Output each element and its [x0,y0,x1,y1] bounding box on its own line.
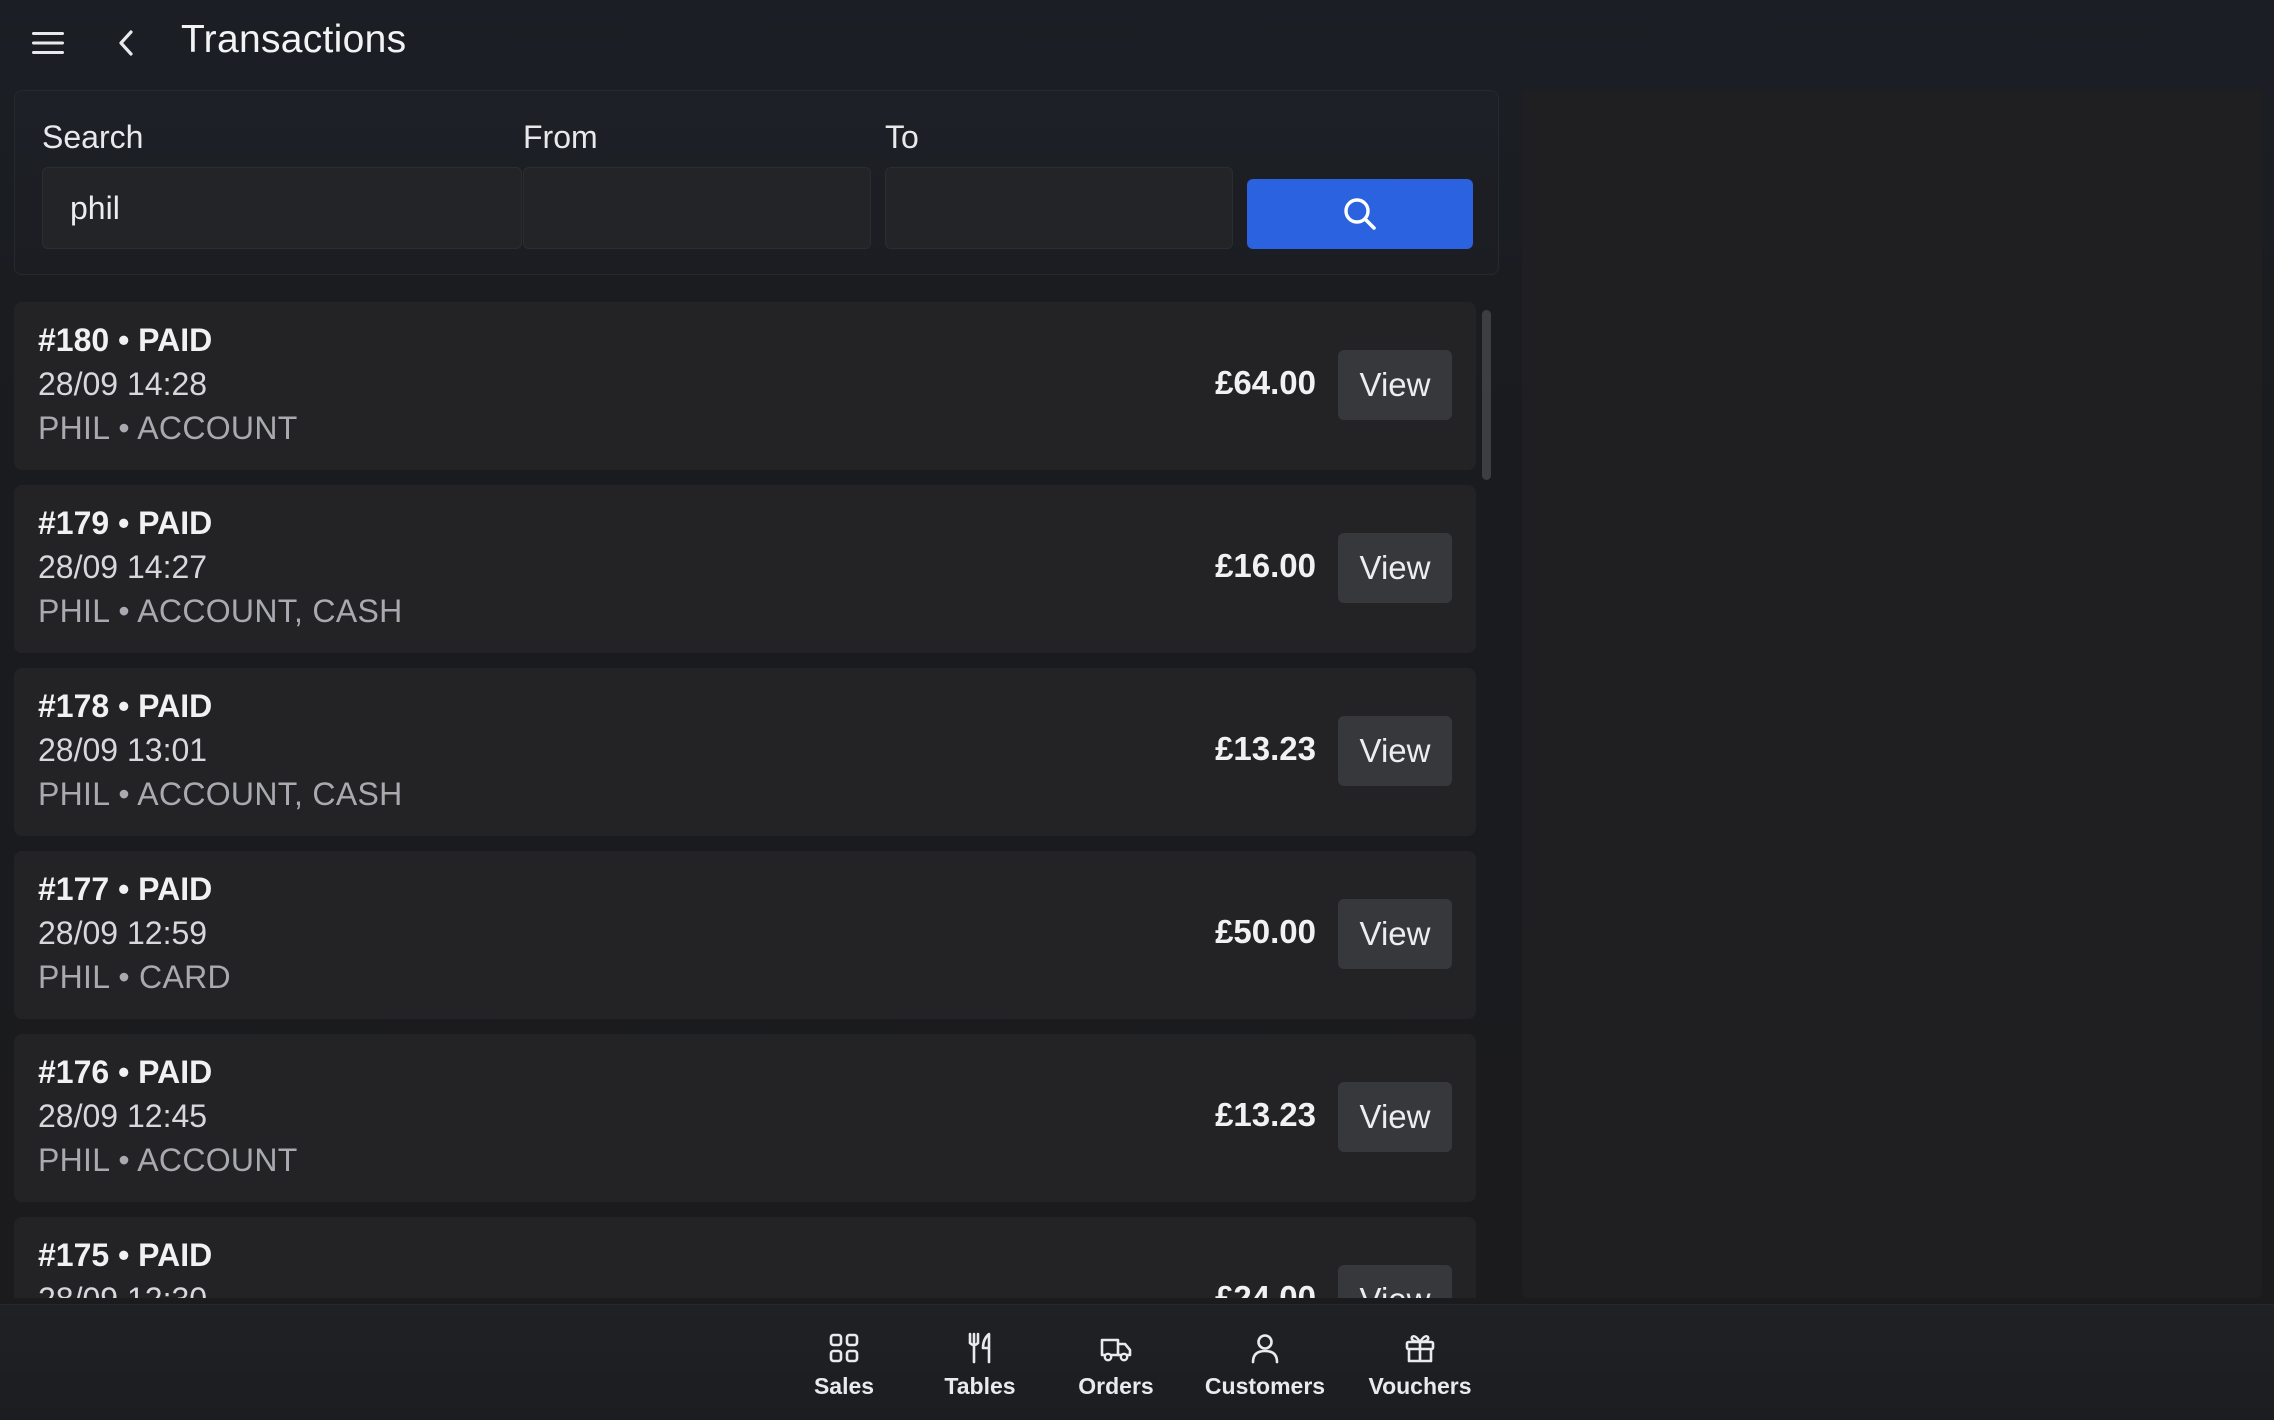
nav-orders[interactable]: Orders [1046,1331,1186,1411]
nav-label: Orders [1078,1373,1154,1399]
transaction-amount: £64.00 [1215,364,1316,401]
nav-label: Customers [1204,1373,1326,1399]
menu-button[interactable] [28,26,68,60]
nav-label: Sales [813,1373,875,1399]
list-scrollbar[interactable] [1482,310,1491,480]
transaction-amount: £24.00 [1215,1279,1316,1298]
transaction-payment: PHIL • ACCOUNT [38,1142,298,1178]
search-icon [1344,198,1376,230]
bottom-nav: Sales Tables Orders Customers Vouchers [0,1304,2274,1420]
view-button[interactable]: View [1338,899,1452,969]
transaction-amount: £13.23 [1215,1096,1316,1133]
transaction-row[interactable]: #179 • PAID 28/09 14:27 PHIL • ACCOUNT, … [14,485,1476,653]
transaction-date: 28/09 12:59 [38,915,208,951]
search-button[interactable] [1247,179,1473,249]
transaction-title: #176 • PAID [38,1054,213,1090]
transaction-payment: PHIL • CARD [38,959,231,995]
transaction-date: 28/09 14:28 [38,366,208,402]
transaction-row[interactable]: #175 • PAID 28/09 12:30 £24.00 View [14,1217,1476,1298]
detail-panel [1522,90,2262,1298]
transaction-title: #179 • PAID [38,505,213,541]
view-button[interactable]: View [1338,350,1452,420]
transaction-date: 28/09 14:27 [38,549,208,585]
transaction-payment: PHIL • ACCOUNT, CASH [38,593,403,629]
transaction-title: #177 • PAID [38,871,213,907]
view-button[interactable]: View [1338,533,1452,603]
transaction-title: #180 • PAID [38,322,213,358]
app-root: Transactions Search From To #180 • PAID … [0,0,2274,1420]
from-label: From [523,119,598,155]
chevron-left-icon [119,30,133,56]
transaction-row[interactable]: #180 • PAID 28/09 14:28 PHIL • ACCOUNT £… [14,302,1476,470]
top-bar: Transactions [0,0,2274,86]
view-button[interactable]: View [1338,1082,1452,1152]
filter-panel: Search From To [14,90,1499,275]
page-title: Transactions [181,18,407,61]
gift-icon [1405,1334,1435,1363]
search-input[interactable] [42,167,522,249]
user-icon [1251,1334,1279,1364]
transaction-date: 28/09 13:01 [38,732,208,768]
to-date-input[interactable] [885,167,1233,249]
from-date-input[interactable] [523,167,871,249]
transaction-amount: £13.23 [1215,730,1316,767]
hamburger-icon [32,32,64,54]
nav-vouchers[interactable]: Vouchers [1350,1331,1490,1411]
truck-icon [1100,1338,1132,1362]
nav-customers[interactable]: Customers [1195,1331,1335,1411]
cutlery-icon [968,1332,991,1364]
transaction-amount: £50.00 [1215,913,1316,950]
to-label: To [885,119,919,155]
transaction-payment: PHIL • ACCOUNT [38,410,298,446]
transaction-date: 28/09 12:30 [38,1281,207,1298]
transaction-amount: £16.00 [1215,547,1316,584]
nav-tables[interactable]: Tables [910,1331,1050,1411]
view-button[interactable]: View [1338,1265,1452,1298]
search-label: Search [42,119,144,155]
nav-label: Tables [944,1373,1016,1399]
back-button[interactable] [108,22,144,64]
transactions-list[interactable]: #180 • PAID 28/09 14:28 PHIL • ACCOUNT £… [14,302,1490,1298]
transaction-title: #178 • PAID [38,688,213,724]
transaction-date: 28/09 12:45 [38,1098,208,1134]
grid-icon [829,1333,859,1363]
transaction-row[interactable]: #177 • PAID 28/09 12:59 PHIL • CARD £50.… [14,851,1476,1019]
transaction-row[interactable]: #176 • PAID 28/09 12:45 PHIL • ACCOUNT £… [14,1034,1476,1202]
view-button[interactable]: View [1338,716,1452,786]
transaction-title: #175 • PAID [38,1237,213,1273]
nav-label: Vouchers [1368,1373,1472,1399]
nav-sales[interactable]: Sales [774,1331,914,1411]
transaction-payment: PHIL • ACCOUNT, CASH [38,776,403,812]
transaction-row[interactable]: #178 • PAID 28/09 13:01 PHIL • ACCOUNT, … [14,668,1476,836]
